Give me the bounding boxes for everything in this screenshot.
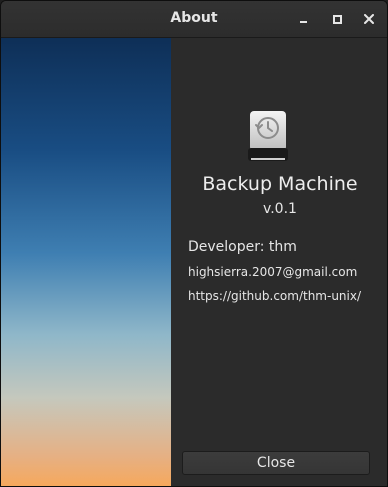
maximize-icon[interactable] xyxy=(327,9,347,29)
developer-email: highsierra.2007@gmail.com xyxy=(188,265,358,279)
app-name: Backup Machine xyxy=(202,173,358,195)
backup-drive-icon xyxy=(247,110,289,164)
about-content: Backup Machine v.0.1 Developer: thm high… xyxy=(171,38,387,486)
close-button[interactable]: Close xyxy=(182,451,370,475)
about-window: About Backup Machine v.0.1 Developer: th… xyxy=(0,0,388,487)
developer-label: Developer: thm xyxy=(188,239,297,255)
title-bar[interactable]: About xyxy=(1,1,387,38)
project-url: https://github.com/thm-unix/ xyxy=(188,289,362,303)
minimize-icon[interactable] xyxy=(293,9,313,29)
app-version: v.0.1 xyxy=(263,201,297,217)
close-icon[interactable] xyxy=(359,9,379,29)
sky-gradient-sidebar xyxy=(1,38,171,486)
